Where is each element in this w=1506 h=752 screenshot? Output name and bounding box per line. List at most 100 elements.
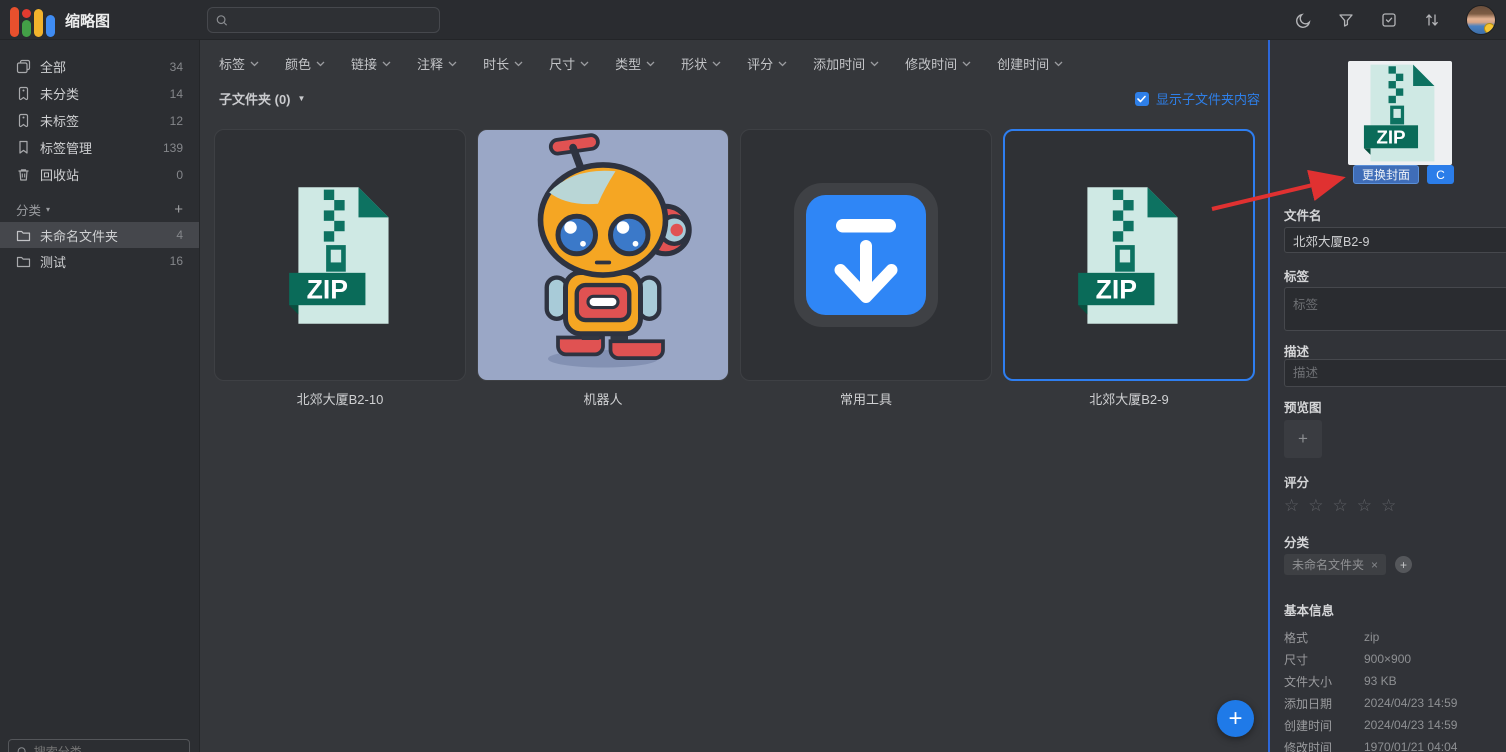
filter-icon[interactable]: [1337, 11, 1355, 29]
info-row-date-modified: 修改时间 1970/01/21 04:04: [1284, 740, 1458, 752]
sidebar-item-all[interactable]: 全部 34: [0, 53, 199, 80]
basic-info-label: 基本信息: [1284, 604, 1335, 618]
collection-icon: [16, 59, 31, 74]
tag-icon: [16, 86, 31, 101]
card-robot[interactable]: [477, 129, 729, 381]
tags-label: 标签: [1284, 270, 1310, 284]
description-label: 描述: [1284, 345, 1310, 359]
category-section-header: 分类 ▾ +: [0, 196, 199, 222]
svg-text:ZIP: ZIP: [1096, 274, 1137, 304]
filter-shape[interactable]: 形状: [681, 54, 721, 73]
card-title: 常用工具: [839, 392, 892, 407]
category-search-input[interactable]: [33, 745, 181, 752]
filter-date-modified[interactable]: 修改时间: [905, 54, 971, 73]
card-title: 北郊大厦B2-10: [296, 392, 384, 407]
add-category-button[interactable]: +: [174, 201, 183, 218]
filter-bar: 标签 颜色 链接 注释 时长 尺寸 类型 形状 评分 添加时间 修改时间 创建时…: [201, 40, 1268, 73]
download-icon: [794, 183, 938, 327]
rating-label: 评分: [1284, 476, 1310, 490]
card-tools[interactable]: [740, 129, 992, 381]
add-category-chip-button[interactable]: +: [1395, 556, 1413, 573]
star-icon[interactable]: ☆: [1284, 496, 1299, 516]
star-icon[interactable]: ☆: [1357, 496, 1372, 516]
sidebar-item-count: 12: [169, 113, 183, 128]
tags-input[interactable]: [1284, 287, 1506, 331]
caret-down-icon[interactable]: ▾: [46, 205, 50, 214]
chevron-down-icon: [514, 61, 523, 66]
star-icon[interactable]: ☆: [1308, 496, 1323, 516]
sidebar-item-count: 34: [169, 59, 183, 74]
chevron-down-icon: [382, 61, 391, 66]
filter-note[interactable]: 注释: [417, 54, 457, 73]
chevron-down-icon: [870, 61, 879, 66]
c-button[interactable]: C: [1427, 165, 1455, 184]
sort-icon[interactable]: [1423, 11, 1441, 29]
triangle-down-icon: ▼: [297, 94, 306, 103]
sidebar-item-trash[interactable]: 回收站 0: [0, 161, 199, 188]
card-wrap: ZIP 北郊大厦B2-9: [1003, 129, 1255, 408]
remove-category-icon[interactable]: ×: [1371, 558, 1378, 572]
info-row-filesize: 文件大小 93 KB: [1284, 674, 1397, 689]
topbar-actions: [1294, 0, 1496, 40]
global-search-input[interactable]: [233, 13, 431, 27]
sidebar-item-tag-manager[interactable]: 标签管理 139: [0, 134, 199, 161]
avatar-badge: [1484, 23, 1495, 34]
inspector-panel: ZIP 更换封面 C 文件名 标签 描述 预览图 + 评分 ☆ ☆ ☆ ☆ ☆ …: [1270, 40, 1506, 752]
category-search[interactable]: [8, 739, 190, 752]
global-search[interactable]: [207, 7, 440, 33]
sidebar: 全部 34 未分类 14 未标签 12 标签管理 139 回收站 0 分类 ▾ …: [0, 40, 200, 752]
sidebar-folder-test[interactable]: 测试 16: [0, 248, 199, 274]
card-beijiao-b2-10[interactable]: ZIP: [214, 129, 466, 381]
star-icon[interactable]: ☆: [1381, 496, 1396, 516]
preview-label: 预览图: [1284, 401, 1322, 415]
filter-color[interactable]: 颜色: [285, 54, 325, 73]
show-subfolder-checkbox[interactable]: [1134, 91, 1149, 106]
card-beijiao-b2-9[interactable]: ZIP: [1003, 129, 1255, 381]
search-icon: [17, 747, 26, 752]
filter-size[interactable]: 尺寸: [549, 54, 589, 73]
filter-duration[interactable]: 时长: [483, 54, 523, 73]
subfolder-dropdown[interactable]: 子文件夹 (0) ▼: [219, 89, 305, 108]
filename-input[interactable]: [1284, 227, 1506, 253]
zip-file-icon: ZIP: [1078, 186, 1178, 324]
filter-type[interactable]: 类型: [615, 54, 655, 73]
moon-icon[interactable]: [1294, 11, 1312, 29]
description-input[interactable]: [1284, 359, 1506, 387]
change-cover-button[interactable]: 更换封面: [1353, 165, 1420, 184]
category-label: 分类: [1284, 536, 1310, 550]
sidebar-item-untagged[interactable]: 未标签 12: [0, 107, 199, 134]
card-wrap: 常用工具: [740, 129, 992, 408]
add-item-fab[interactable]: +: [1217, 700, 1254, 737]
app-title: 缩略图: [65, 12, 111, 30]
folder-count: 16: [169, 254, 183, 268]
show-subfolder-toggle[interactable]: 显示子文件夹内容: [1134, 89, 1260, 108]
add-preview-button[interactable]: +: [1284, 420, 1322, 458]
file-preview-thumbnail[interactable]: ZIP: [1348, 61, 1452, 165]
zip-file-icon: ZIP: [289, 186, 389, 324]
sidebar-item-count: 0: [176, 167, 183, 182]
info-row-date-created: 创建时间 2024/04/23 14:59: [1284, 718, 1458, 733]
filter-rating[interactable]: 评分: [747, 54, 787, 73]
panel-divider[interactable]: [1268, 40, 1270, 752]
user-avatar[interactable]: [1466, 5, 1496, 35]
filter-date-created[interactable]: 创建时间: [997, 54, 1063, 73]
multi-select-icon[interactable]: [1380, 11, 1398, 29]
category-row: 未命名文件夹 × +: [1284, 554, 1413, 575]
sidebar-item-label: 未标签: [40, 114, 80, 129]
category-chip-unnamed[interactable]: 未命名文件夹 ×: [1284, 554, 1387, 575]
chevron-down-icon: [778, 61, 787, 66]
logo-area: 缩略图: [0, 0, 200, 40]
filter-date-added[interactable]: 添加时间: [813, 54, 879, 73]
star-icon[interactable]: ☆: [1333, 496, 1348, 516]
category-section-label[interactable]: 分类: [16, 200, 41, 219]
filter-link[interactable]: 链接: [351, 54, 391, 73]
info-row-dimensions: 尺寸 900×900: [1284, 652, 1412, 667]
card-wrap: ZIP 北郊大厦B2-10: [214, 129, 466, 408]
app-logo-icon: [10, 3, 55, 37]
sidebar-item-uncategorized[interactable]: 未分类 14: [0, 80, 199, 107]
filter-tags[interactable]: 标签: [219, 54, 259, 73]
tag-icon: [16, 113, 31, 128]
folder-label: 未命名文件夹: [40, 228, 119, 244]
sidebar-folder-unnamed[interactable]: 未命名文件夹 4: [0, 222, 199, 248]
chevron-down-icon: [250, 61, 259, 66]
